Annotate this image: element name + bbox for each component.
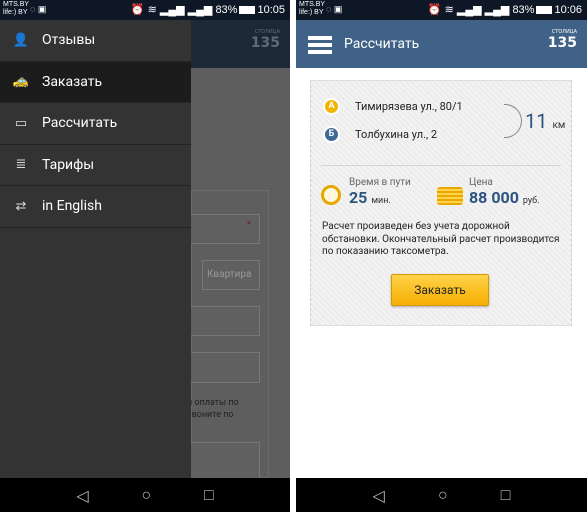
signal-icons: ⏰ ≋ ▂▄▆ ▂▄▆: [130, 4, 216, 16]
extra-field[interactable]: [190, 442, 260, 482]
status-bar: MTS.BY life:) BY ◌ ▣ ⏰ ≋ ▂▄▆ ▂▄▆ 83% 10:06: [296, 0, 587, 20]
drawer-item-reviews[interactable]: 👤 Отзывы: [0, 20, 191, 62]
divider: [321, 165, 561, 166]
clock: 10:05: [257, 4, 285, 16]
address-field[interactable]: *: [190, 214, 260, 244]
signal-icons: ⏰ ≋ ▂▄▆ ▂▄▆: [427, 4, 513, 16]
logo: СТОЛИЦА 135: [250, 29, 280, 51]
system-nav-bar: ◁ ○ □: [296, 478, 587, 512]
price-label: Цена: [469, 177, 493, 188]
left-screen: MTS.BY life:) BY ◌ ▣ ⏰ ≋ ▂▄▆ ▂▄▆ 83% 10:05…: [0, 0, 290, 512]
calculation-note: Расчет произведен без учета дорожной обс…: [322, 221, 560, 257]
back-icon[interactable]: ◁: [373, 486, 385, 505]
order-button[interactable]: Заказать: [391, 274, 489, 306]
home-icon[interactable]: ○: [438, 485, 448, 505]
notification-icons: ◌ ▣: [30, 4, 47, 14]
drawer-item-tariffs[interactable]: ≣ Тарифы: [0, 145, 191, 186]
back-icon[interactable]: ◁: [76, 486, 88, 505]
time-label: Время в пути: [349, 177, 411, 188]
distance: 11 км: [525, 109, 566, 133]
carrier-2: life:) BY: [299, 9, 324, 16]
carrier-2: life:) BY: [3, 9, 28, 16]
carrier-1: MTS.BY: [3, 1, 30, 8]
system-nav-bar: ◁ ○ □: [0, 478, 290, 512]
page-title: Рассчитать: [344, 36, 420, 52]
person-icon: 👤: [12, 32, 30, 48]
drawer-item-order[interactable]: 🚕 Заказать: [0, 61, 191, 103]
recents-icon[interactable]: □: [204, 485, 214, 505]
home-icon[interactable]: ○: [141, 485, 151, 505]
taxi-car-icon: 🚕: [12, 74, 30, 90]
status-bar: MTS.BY life:) BY ◌ ▣ ⏰ ≋ ▂▄▆ ▂▄▆ 83% 10:05: [0, 0, 290, 20]
drawer-item-english[interactable]: ⇄ in English: [0, 186, 191, 228]
menu-icon[interactable]: [308, 36, 332, 54]
navigation-drawer: 👤 Отзывы 🚕 Заказать ▭ Рассчитать ≣ Тарифы ⇄ i…: [0, 20, 191, 478]
swap-arrows-icon: [504, 104, 522, 138]
stopwatch-icon: [321, 185, 341, 205]
background-order-form: * Квартира и оплаты по звоните по: [187, 190, 269, 482]
refresh-icon: ⇄: [15, 198, 27, 214]
apartment-field[interactable]: Квартира: [202, 260, 260, 290]
calculation-card: А Тимирязева ул., 80/1 Б Толбухина ул., …: [310, 80, 572, 326]
price-value: 88 000 руб.: [469, 188, 540, 207]
logo: СТОЛИЦА 135: [547, 29, 577, 51]
right-screen: MTS.BY life:) BY ◌ ▣ ⏰ ≋ ▂▄▆ ▂▄▆ 83% 10:06…: [296, 0, 587, 512]
coins-icon: ≣: [15, 157, 27, 173]
app-header: Рассчитать СТОЛИЦА 135: [296, 20, 587, 68]
from-address: Тимирязева ул., 80/1: [355, 100, 463, 113]
battery-icon: [239, 6, 256, 15]
battery-percent: 83%: [512, 4, 535, 16]
recents-icon[interactable]: □: [501, 485, 511, 505]
battery-percent: 83%: [215, 4, 238, 16]
wallet-icon: ▭: [14, 115, 28, 131]
to-address: Толбухина ул., 2: [355, 128, 438, 141]
notification-icons: ◌ ▣: [326, 4, 343, 14]
time-value: 25 мин.: [349, 188, 391, 207]
phone-field[interactable]: [190, 306, 260, 336]
battery-icon: [536, 6, 553, 15]
drawer-item-calculate[interactable]: ▭ Рассчитать: [0, 103, 191, 145]
pin-b-icon: Б: [323, 126, 340, 143]
coins-icon: [437, 187, 463, 205]
clock: 10:06: [554, 4, 582, 16]
carrier-1: MTS.BY: [299, 1, 326, 8]
comment-field[interactable]: [190, 352, 260, 383]
pin-a-icon: А: [323, 98, 340, 115]
